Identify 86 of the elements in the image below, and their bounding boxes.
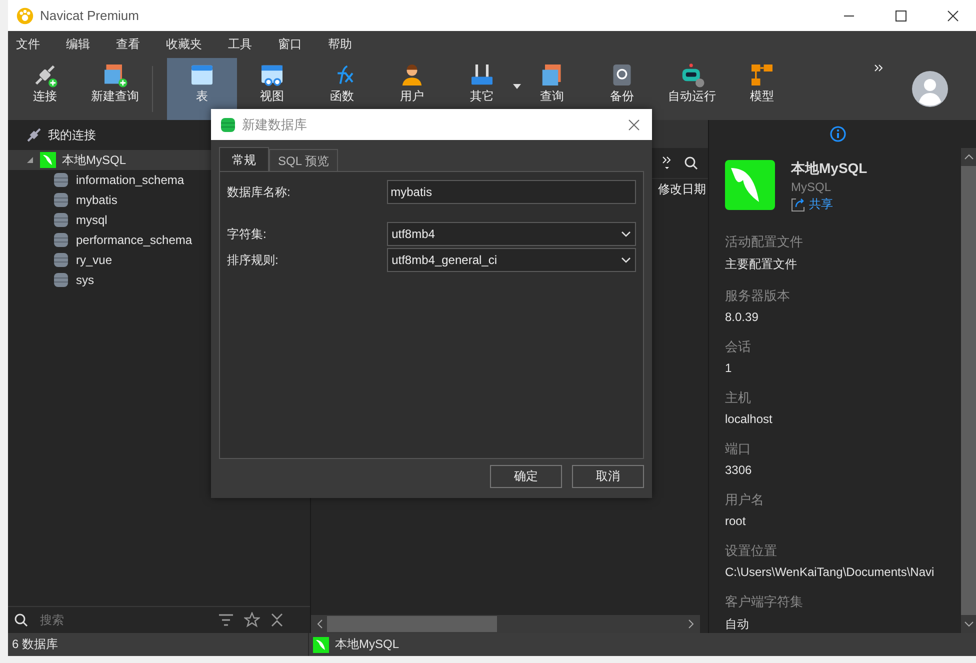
- section-title: 我的连接: [48, 126, 96, 144]
- property-value: 自动: [725, 616, 749, 633]
- database-icon: [54, 232, 68, 248]
- toolbar-button[interactable]: 连接: [10, 58, 80, 120]
- connection-type: MySQL: [791, 180, 832, 194]
- database-icon: [54, 252, 68, 268]
- name-field[interactable]: mybatis: [386, 180, 636, 204]
- tab[interactable]: 常规: [219, 147, 269, 171]
- info-icon[interactable]: [830, 126, 846, 142]
- database-item[interactable]: sys: [8, 270, 310, 290]
- search-icon: [14, 613, 28, 627]
- property-value: localhost: [725, 412, 772, 426]
- property-label: 用户名: [725, 491, 764, 509]
- property-value: 3306: [725, 463, 752, 477]
- property-label: 设置位置: [725, 542, 777, 560]
- database-icon: [54, 172, 68, 188]
- database-icon: [54, 272, 68, 288]
- dialog-button[interactable]: 取消: [572, 465, 644, 488]
- avatar-icon[interactable]: [912, 71, 948, 107]
- menu-item[interactable]: 编辑: [58, 36, 98, 53]
- property-value: 主要配置文件: [725, 256, 797, 273]
- menu-item[interactable]: 工具: [220, 36, 260, 53]
- collapse-icon[interactable]: [270, 612, 284, 628]
- property-value: root: [725, 514, 746, 528]
- share-icon[interactable]: [791, 198, 805, 212]
- property-value: 1: [725, 361, 732, 375]
- close-icon[interactable]: [947, 10, 959, 22]
- field-label: 字符集:: [227, 226, 268, 242]
- dolphin-icon: [725, 160, 775, 210]
- toolbar-button[interactable]: 其它: [447, 58, 517, 120]
- horizontal-scrollbar[interactable]: [311, 615, 700, 633]
- property-value: 8.0.39: [725, 310, 758, 324]
- toolbar-button[interactable]: 函数: [307, 58, 377, 120]
- menu-item[interactable]: 查看: [108, 36, 148, 53]
- vertical-scrollbar[interactable]: [961, 148, 976, 633]
- property-label: 会话: [725, 338, 751, 356]
- scroll-up-icon[interactable]: [964, 154, 974, 160]
- close-icon[interactable]: [628, 118, 640, 130]
- database-icon: [54, 192, 68, 208]
- chevron-down-icon: [621, 257, 631, 263]
- star-icon[interactable]: [244, 612, 260, 628]
- field-label: 数据库名称:: [227, 184, 292, 200]
- share-link[interactable]: 共享: [809, 196, 833, 213]
- dropdown[interactable]: utf8mb4_general_ci: [386, 248, 636, 272]
- dolphin-icon: [40, 152, 56, 168]
- property-label: 活动配置文件: [725, 233, 803, 251]
- toolbar-button[interactable]: 自动运行: [657, 58, 727, 120]
- expand-arrow-icon[interactable]: [26, 156, 34, 164]
- property-value: C:\Users\WenKaiTang\Documents\Navi: [725, 565, 934, 579]
- database-icon: [221, 116, 235, 132]
- property-label: 主机: [725, 389, 751, 407]
- scroll-left-icon[interactable]: [317, 619, 323, 629]
- paw-logo-icon: [16, 6, 34, 24]
- dropdown[interactable]: utf8mb4: [386, 222, 636, 246]
- dolphin-icon: [313, 636, 329, 652]
- property-label: 服务器版本: [725, 287, 790, 305]
- menu-item[interactable]: 帮助: [320, 36, 360, 53]
- property-label: 端口: [725, 440, 751, 458]
- chevrons-icon[interactable]: [874, 64, 884, 72]
- dialog-button[interactable]: 确定: [490, 465, 562, 488]
- menu-item[interactable]: 文件: [8, 36, 48, 53]
- caret-icon: [513, 84, 521, 89]
- toolbar-button[interactable]: 新建查询: [80, 58, 150, 120]
- tab[interactable]: SQL 预览: [269, 149, 338, 171]
- scroll-down-icon[interactable]: [964, 621, 974, 627]
- scroll-right-icon[interactable]: [688, 619, 694, 629]
- connection-name: 本地MySQL: [791, 160, 868, 178]
- database-icon: [54, 212, 68, 228]
- toolbar-button[interactable]: 模型: [727, 58, 797, 120]
- status-text: 6 数据库: [11, 636, 60, 653]
- toolbar-button[interactable]: 表: [167, 58, 237, 120]
- field-label: 排序规则:: [227, 252, 280, 268]
- status-text: 本地MySQL: [335, 636, 400, 653]
- search-field[interactable]: 搜索: [38, 612, 208, 628]
- chevrons-icon[interactable]: [662, 156, 672, 170]
- search-icon[interactable]: [684, 156, 698, 170]
- maximize-icon[interactable]: [895, 10, 907, 22]
- menu-item[interactable]: 窗口: [270, 36, 310, 53]
- chevron-down-icon: [621, 231, 631, 237]
- property-label: 客户端字符集: [725, 593, 803, 611]
- filter-icon[interactable]: [218, 613, 234, 627]
- plug-icon: [26, 127, 42, 143]
- menu-item[interactable]: 收藏夹: [158, 36, 210, 53]
- dialog-title: 新建数据库: [242, 116, 307, 134]
- window-title: Navicat Premium: [40, 8, 139, 23]
- column-header[interactable]: 修改日期: [658, 181, 706, 198]
